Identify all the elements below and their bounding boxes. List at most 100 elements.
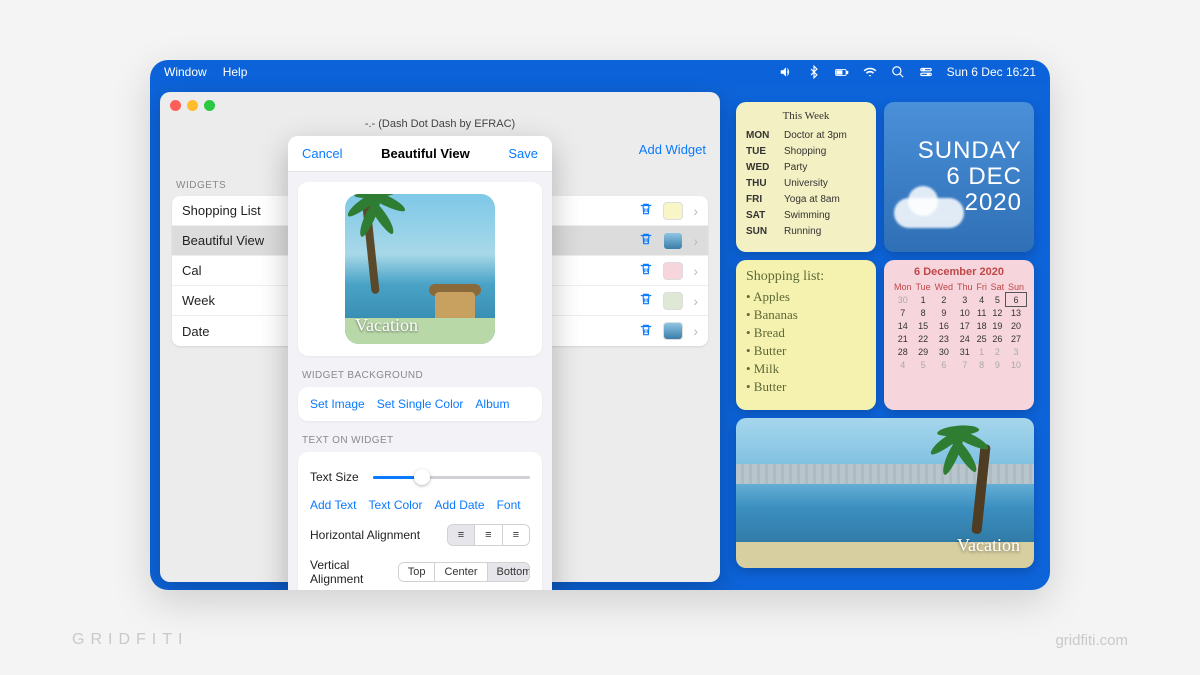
calendar-day[interactable]: 20 — [1006, 319, 1026, 332]
calendar-day[interactable]: 23 — [933, 332, 956, 345]
calendar-day[interactable]: 4 — [892, 358, 914, 371]
calendar-day[interactable]: 6 — [1006, 293, 1026, 306]
battery-icon[interactable] — [835, 65, 849, 79]
align-left-button[interactable]: ≡ — [448, 525, 475, 545]
close-button[interactable] — [170, 100, 181, 111]
calendar-day[interactable]: 14 — [892, 319, 914, 332]
calendar-day[interactable]: 17 — [955, 319, 974, 332]
control-center-icon[interactable] — [919, 65, 933, 79]
volume-icon[interactable] — [779, 65, 793, 79]
calendar-day[interactable]: 6 — [933, 358, 956, 371]
save-button[interactable]: Save — [508, 146, 538, 161]
calendar-day[interactable]: 11 — [974, 306, 988, 319]
menu-bar: Window Help Sun 6 Dec 16:21 — [150, 60, 1050, 84]
trash-icon[interactable] — [639, 323, 655, 340]
calendar-day[interactable]: 16 — [933, 319, 956, 332]
calendar-day[interactable]: 21 — [892, 332, 914, 345]
calendar-day[interactable]: 18 — [974, 319, 988, 332]
set-image-button[interactable]: Set Image — [310, 397, 365, 411]
trash-icon[interactable] — [639, 232, 655, 249]
album-button[interactable]: Album — [475, 397, 509, 411]
brand-right: gridfiti.com — [1055, 632, 1128, 649]
calendar-day[interactable]: 9 — [989, 358, 1006, 371]
window-title: -.- (Dash Dot Dash by EFRAC) — [160, 92, 720, 130]
calendar-day[interactable]: 31 — [955, 345, 974, 358]
shopping-widget[interactable]: Shopping list: • Apples• Bananas• Bread•… — [736, 260, 876, 410]
valign-bottom-button[interactable]: Bottom — [488, 563, 530, 581]
calendar-day[interactable]: 26 — [989, 332, 1006, 345]
vacation-widget[interactable]: Vacation — [736, 418, 1034, 568]
calendar-day[interactable]: 4 — [974, 293, 988, 306]
window-controls — [170, 100, 215, 111]
calendar-day[interactable]: 30 — [892, 293, 914, 306]
bluetooth-icon[interactable] — [807, 65, 821, 79]
calendar-day[interactable]: 9 — [933, 306, 956, 319]
calendar-day[interactable]: 10 — [1006, 358, 1026, 371]
calendar-day[interactable]: 24 — [955, 332, 974, 345]
calendar-day[interactable]: 3 — [955, 293, 974, 306]
add-widget-button[interactable]: Add Widget — [639, 142, 706, 157]
cancel-button[interactable]: Cancel — [302, 146, 342, 161]
calendar-day[interactable]: 15 — [914, 319, 933, 332]
calendar-day[interactable]: 5 — [914, 358, 933, 371]
calendar-day[interactable]: 19 — [989, 319, 1006, 332]
calendar-day[interactable]: 12 — [989, 306, 1006, 319]
menu-help[interactable]: Help — [223, 65, 248, 79]
background-actions: Set Image Set Single Color Album — [310, 397, 530, 411]
calendar-day[interactable]: 8 — [974, 358, 988, 371]
trash-icon[interactable] — [639, 262, 655, 279]
calendar-day[interactable]: 1 — [914, 293, 933, 306]
trash-icon[interactable] — [639, 202, 655, 219]
calendar-day[interactable]: 13 — [1006, 306, 1026, 319]
date-line3: 2020 — [965, 190, 1022, 216]
menu-window[interactable]: Window — [164, 65, 207, 79]
search-icon[interactable] — [891, 65, 905, 79]
preview-tile: Vacation — [345, 194, 495, 344]
shopping-item: • Butter — [746, 342, 866, 360]
trash-icon[interactable] — [639, 292, 655, 309]
calendar-day[interactable]: 10 — [955, 306, 974, 319]
valign-top-button[interactable]: Top — [399, 563, 436, 581]
font-button[interactable]: Font — [497, 498, 521, 512]
wifi-icon[interactable] — [863, 65, 877, 79]
calendar-day[interactable]: 28 — [892, 345, 914, 358]
menu-clock[interactable]: Sun 6 Dec 16:21 — [947, 65, 1036, 79]
valign-segment[interactable]: Top Center Bottom — [398, 562, 530, 582]
chevron-right-icon[interactable]: › — [693, 233, 698, 249]
text-size-label: Text Size — [310, 470, 359, 484]
minimize-button[interactable] — [187, 100, 198, 111]
text-size-slider[interactable] — [373, 468, 530, 486]
text-color-button[interactable]: Text Color — [368, 498, 422, 512]
calendar-day[interactable]: 29 — [914, 345, 933, 358]
halign-segment[interactable]: ≡ ≡ ≡ — [447, 524, 530, 546]
chevron-right-icon[interactable]: › — [693, 263, 698, 279]
shopping-title: Shopping list: — [746, 268, 866, 286]
calendar-day[interactable]: 7 — [892, 306, 914, 319]
calendar-day[interactable]: 22 — [914, 332, 933, 345]
week-widget[interactable]: This Week MONDoctor at 3pmTUEShoppingWED… — [736, 102, 876, 252]
calendar-day[interactable]: 3 — [1006, 345, 1026, 358]
calendar-day[interactable]: 5 — [989, 293, 1006, 306]
calendar-day[interactable]: 2 — [989, 345, 1006, 358]
calendar-day[interactable]: 7 — [955, 358, 974, 371]
shopping-item: • Milk — [746, 360, 866, 378]
calendar-widget[interactable]: 6 December 2020 MonTueWedThuFriSatSun301… — [884, 260, 1034, 410]
calendar-day[interactable]: 2 — [933, 293, 956, 306]
align-center-button[interactable]: ≡ — [475, 525, 502, 545]
week-row: SATSwimming — [746, 208, 866, 224]
add-date-button[interactable]: Add Date — [435, 498, 485, 512]
chevron-right-icon[interactable]: › — [693, 293, 698, 309]
date-widget[interactable]: SUNDAY 6 DEC 2020 — [884, 102, 1034, 252]
calendar-day[interactable]: 30 — [933, 345, 956, 358]
chevron-right-icon[interactable]: › — [693, 323, 698, 339]
align-right-button[interactable]: ≡ — [503, 525, 529, 545]
calendar-day[interactable]: 27 — [1006, 332, 1026, 345]
valign-center-button[interactable]: Center — [435, 563, 487, 581]
chevron-right-icon[interactable]: › — [693, 203, 698, 219]
calendar-day[interactable]: 1 — [974, 345, 988, 358]
maximize-button[interactable] — [204, 100, 215, 111]
set-single-color-button[interactable]: Set Single Color — [377, 397, 464, 411]
calendar-day[interactable]: 25 — [974, 332, 988, 345]
calendar-day[interactable]: 8 — [914, 306, 933, 319]
add-text-button[interactable]: Add Text — [310, 498, 356, 512]
